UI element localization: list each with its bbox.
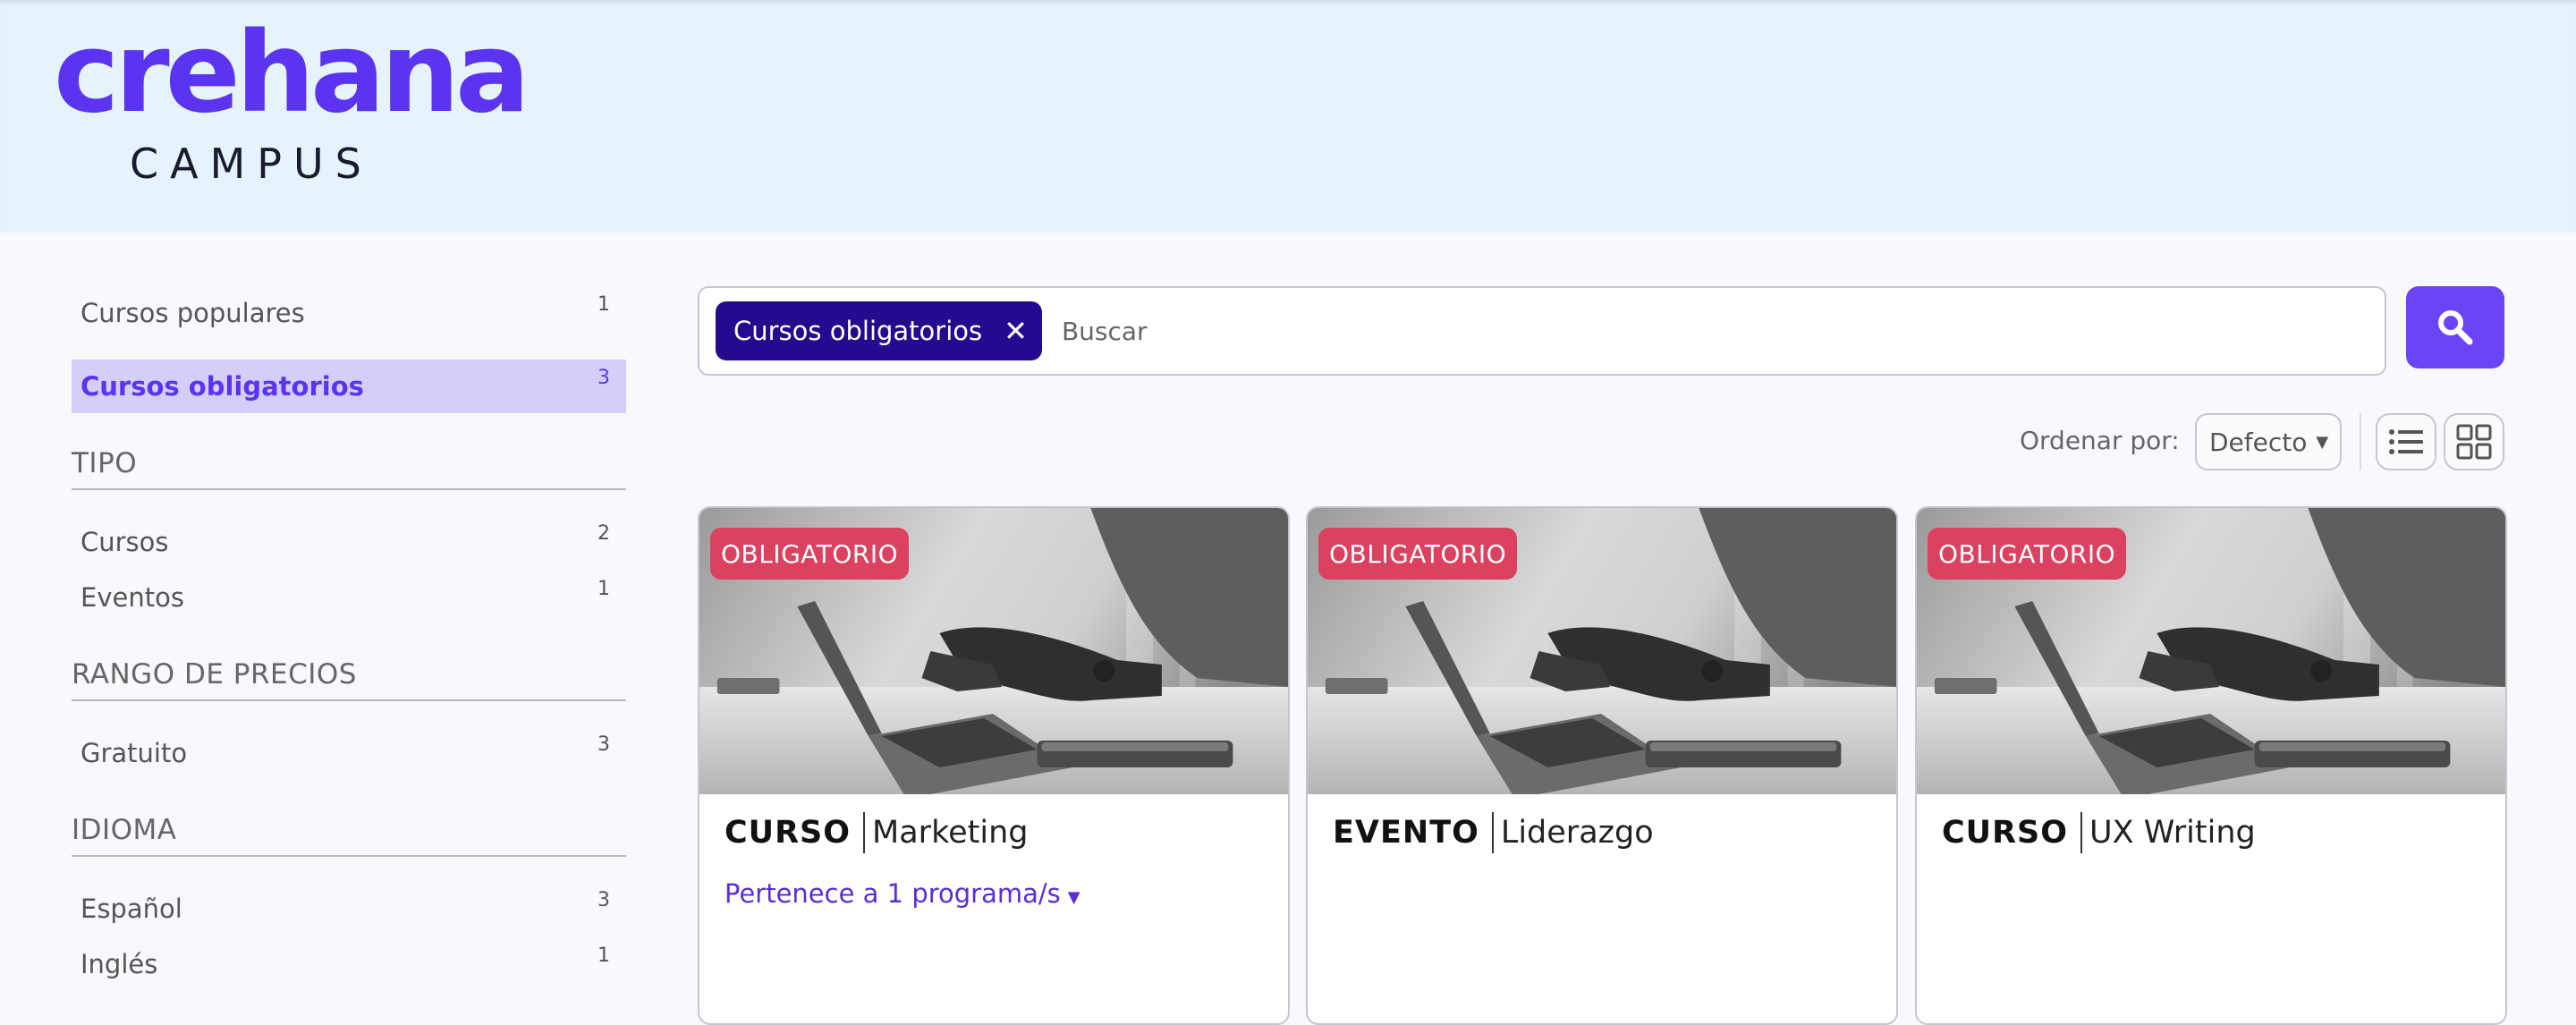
- course-card[interactable]: OBLIGATORIO CURSO Marketing Pertenece a …: [698, 506, 1290, 1025]
- card-title: CURSO UX Writing: [1942, 812, 2256, 853]
- filter-label: Gratuito: [80, 738, 188, 768]
- list-view-button[interactable]: [2376, 413, 2436, 470]
- section-title-tipo: TIPO: [72, 447, 626, 490]
- filter-count: 1: [597, 293, 610, 316]
- title-separator: [2080, 812, 2083, 853]
- section-title-rango-precios: RANGO DE PRECIOS: [72, 658, 626, 701]
- filter-cursos-obligatorios[interactable]: Cursos obligatorios 3: [72, 360, 626, 413]
- card-type: CURSO: [1942, 815, 2069, 851]
- mandatory-badge: OBLIGATORIO: [710, 528, 910, 580]
- filter-count: 2: [597, 522, 610, 545]
- filter-label: Eventos: [80, 582, 184, 613]
- close-icon[interactable]: ✕: [1004, 314, 1028, 348]
- sort-value: Defecto: [2209, 427, 2308, 457]
- filter-ingles[interactable]: Inglés 1: [72, 937, 626, 991]
- sort-dropdown[interactable]: Defecto ▼: [2195, 413, 2342, 470]
- sort-label: Ordenar por:: [2020, 426, 2180, 455]
- filter-count: 3: [597, 889, 610, 911]
- card-category: Marketing: [872, 815, 1029, 851]
- logo-subtitle: CAMPUS: [130, 140, 373, 188]
- filter-gratuito[interactable]: Gratuito 3: [72, 726, 626, 780]
- program-link[interactable]: Pertenece a 1 programa/s ▼: [724, 878, 1080, 909]
- card-category: UX Writing: [2089, 815, 2256, 851]
- filter-cursos[interactable]: Cursos 2: [72, 515, 626, 569]
- filter-label: Cursos obligatorios: [80, 371, 364, 402]
- filter-label: Cursos populares: [80, 298, 305, 328]
- filter-eventos[interactable]: Eventos 1: [72, 571, 626, 624]
- filter-count: 3: [597, 733, 610, 756]
- filter-cursos-populares[interactable]: Cursos populares 1: [72, 286, 626, 340]
- mandatory-badge: OBLIGATORIO: [1318, 528, 1518, 580]
- card-title: CURSO Marketing: [724, 812, 1028, 853]
- list-view-icon: [2389, 429, 2423, 454]
- card-type: EVENTO: [1333, 815, 1479, 851]
- filter-label: Inglés: [80, 949, 158, 979]
- chip-label: Cursos obligatorios: [733, 316, 983, 346]
- search-input[interactable]: [1059, 315, 2385, 347]
- active-filter-chip[interactable]: Cursos obligatorios ✕: [716, 301, 1042, 360]
- card-title: EVENTO Liderazgo: [1333, 812, 1654, 853]
- course-card[interactable]: OBLIGATORIO CURSO UX Writing: [1915, 506, 2507, 1025]
- title-separator: [1491, 812, 1494, 853]
- grid-view-icon: [2456, 424, 2492, 460]
- course-card[interactable]: OBLIGATORIO EVENTO Liderazgo: [1306, 506, 1898, 1025]
- filter-label: Español: [80, 894, 182, 924]
- program-link-label: Pertenece a 1 programa/s: [724, 878, 1061, 909]
- caret-down-icon: ▼: [1067, 888, 1080, 907]
- filter-count: 1: [597, 945, 610, 967]
- filter-count: 1: [597, 578, 610, 600]
- grid-view-button[interactable]: [2444, 413, 2504, 470]
- search-icon: [2438, 310, 2473, 345]
- card-type: CURSO: [724, 815, 852, 851]
- logo-wordmark[interactable]: crehana: [54, 18, 530, 129]
- filter-count: 3: [597, 367, 610, 389]
- title-separator: [863, 812, 866, 853]
- caret-down-icon: ▼: [2316, 432, 2329, 452]
- section-title-idioma: IDIOMA: [72, 814, 626, 857]
- filter-label: Cursos: [80, 527, 169, 557]
- site-header: crehana CAMPUS: [0, 0, 2576, 233]
- filter-espanol[interactable]: Español 3: [72, 882, 626, 936]
- search-button[interactable]: [2406, 286, 2504, 368]
- toolbar-divider: [2360, 413, 2361, 470]
- card-category: Liderazgo: [1500, 815, 1654, 851]
- search-bar: Cursos obligatorios ✕: [698, 286, 2386, 376]
- mandatory-badge: OBLIGATORIO: [1928, 528, 2127, 580]
